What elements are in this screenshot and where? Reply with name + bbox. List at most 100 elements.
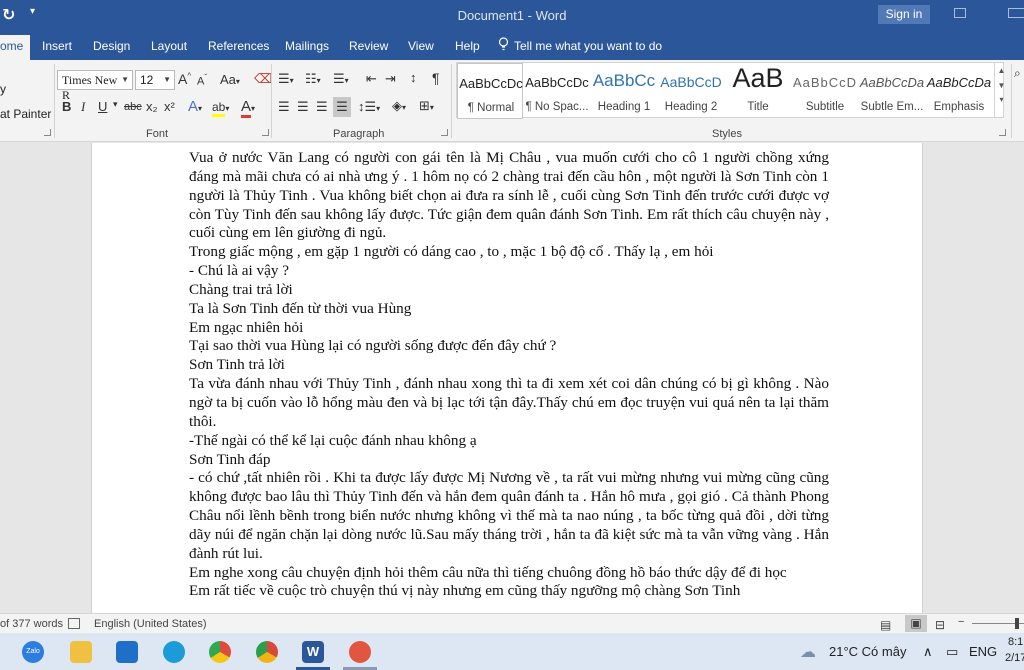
network-icon[interactable]: ▭ bbox=[946, 644, 958, 660]
paragraph[interactable]: Chàng trai trả lời bbox=[189, 281, 829, 300]
tell-me-search[interactable]: Tell me what you want to do bbox=[514, 39, 662, 53]
text-effects-button[interactable]: A▾ bbox=[188, 98, 202, 115]
document-body[interactable]: Vua ở nước Văn Lang có người con gái tên… bbox=[189, 149, 829, 601]
font-name-dropdown[interactable]: Times New R ▼ bbox=[57, 70, 133, 102]
style-emphasis[interactable]: AaBbCcDa Emphasis bbox=[926, 63, 992, 119]
word-icon[interactable]: W bbox=[302, 641, 324, 663]
increase-indent-icon[interactable]: ⇥ bbox=[385, 71, 396, 87]
style-heading-1[interactable]: AaBbCc Heading 1 bbox=[591, 63, 657, 119]
styles-scroll[interactable]: ▲ ▼ ▾ bbox=[994, 62, 1008, 118]
subscript-button[interactable]: x₂ bbox=[146, 99, 158, 114]
align-center-icon[interactable]: ☰ bbox=[297, 99, 309, 115]
style-no-spacing[interactable]: AaBbCcDc ¶ No Spac... bbox=[524, 63, 590, 119]
borders-icon[interactable]: ⊞▾ bbox=[419, 98, 434, 114]
copy-icon[interactable]: y bbox=[0, 82, 6, 96]
paragraph[interactable]: Tại sao thời vua Hùng lại có người sống … bbox=[189, 337, 829, 356]
more-styles-icon[interactable]: ▾ bbox=[995, 95, 1008, 104]
multilevel-list-icon[interactable]: ☰▾ bbox=[333, 71, 349, 87]
sign-in-button[interactable]: Sign in bbox=[878, 5, 930, 24]
clipboard-launcher-icon[interactable] bbox=[44, 129, 51, 136]
styles-launcher-icon[interactable] bbox=[999, 129, 1006, 136]
font-size-dropdown[interactable]: 12 ▼ bbox=[135, 70, 175, 90]
paragraph[interactable]: -Thế ngài có thể kể lại cuộc đánh nhau k… bbox=[189, 432, 829, 451]
shrink-font-button[interactable]: Aˇ bbox=[197, 73, 207, 88]
line-spacing-icon[interactable]: ↕☰▾ bbox=[358, 99, 380, 115]
align-left-icon[interactable]: ☰ bbox=[278, 99, 290, 115]
clock-time[interactable]: 8:1 bbox=[1008, 636, 1023, 648]
tab-references[interactable]: References bbox=[208, 39, 269, 53]
tab-design[interactable]: Design bbox=[93, 39, 130, 53]
word-count[interactable]: of 377 words bbox=[0, 618, 63, 630]
paragraph[interactable]: Ta là Sơn Tinh đến từ thời vua Hùng bbox=[189, 300, 829, 319]
minimize-icon[interactable] bbox=[1008, 8, 1024, 18]
chrome-profile-icon[interactable] bbox=[256, 641, 278, 663]
sort-icon[interactable]: ↕ bbox=[410, 70, 417, 85]
bullets-icon[interactable]: ☰▾ bbox=[278, 71, 294, 87]
edge-icon[interactable] bbox=[163, 641, 185, 663]
font-launcher-icon[interactable] bbox=[262, 129, 269, 136]
file-explorer-icon[interactable] bbox=[70, 641, 92, 663]
ribbon-display-options-icon[interactable] bbox=[954, 8, 966, 18]
paragraph[interactable]: - có chứ ,tất nhiên rồi . Khi ta được lấ… bbox=[189, 469, 829, 563]
style-subtle-emphasis[interactable]: AaBbCcDa Subtle Em... bbox=[859, 63, 925, 119]
tab-view[interactable]: View bbox=[408, 39, 434, 53]
italic-button[interactable]: I bbox=[81, 99, 85, 115]
tab-home[interactable]: ome bbox=[0, 35, 30, 60]
paragraph[interactable]: Em ngạc nhiên hỏi bbox=[189, 319, 829, 338]
proofing-icon[interactable] bbox=[68, 618, 80, 629]
clock-date[interactable]: 2/17 bbox=[1005, 652, 1024, 664]
chevron-up-icon[interactable]: ▲ bbox=[995, 66, 1008, 75]
grow-font-button[interactable]: A^ bbox=[178, 71, 191, 87]
tab-review[interactable]: Review bbox=[349, 39, 388, 53]
language-indicator[interactable]: English (United States) bbox=[94, 618, 207, 630]
pilcrow-icon[interactable]: ¶ bbox=[432, 70, 440, 86]
chevron-down-icon[interactable]: ▾ bbox=[113, 99, 118, 110]
paragraph[interactable]: Sơn Tinh trả lời bbox=[189, 356, 829, 375]
web-layout-icon[interactable]: ⊟ bbox=[935, 618, 945, 632]
style-heading-2[interactable]: AaBbCcD Heading 2 bbox=[658, 63, 724, 119]
snipping-tool-icon[interactable] bbox=[349, 641, 371, 663]
underline-button[interactable]: U bbox=[98, 99, 107, 114]
font-color-button[interactable]: A▾ bbox=[241, 98, 255, 118]
print-layout-icon[interactable]: ▣ bbox=[905, 615, 927, 632]
paragraph[interactable]: Sơn Tinh đáp bbox=[189, 451, 829, 470]
weather-text[interactable]: 21°C Có mây bbox=[829, 644, 906, 659]
read-mode-icon[interactable]: ▤ bbox=[880, 618, 891, 632]
align-right-icon[interactable]: ☰ bbox=[316, 99, 328, 115]
editing-icon[interactable]: ⌕ bbox=[1014, 66, 1021, 81]
paragraph[interactable]: - Chú là ai vậy ? bbox=[189, 262, 829, 281]
superscript-button[interactable]: x² bbox=[164, 99, 175, 114]
style-subtitle[interactable]: AaBbCcD Subtitle bbox=[792, 63, 858, 119]
vertical-scrollbar[interactable] bbox=[1010, 143, 1024, 613]
chrome-icon[interactable] bbox=[209, 641, 231, 663]
zoom-slider-thumb[interactable] bbox=[1015, 618, 1019, 629]
chevron-up-icon[interactable]: ∧ bbox=[923, 644, 933, 660]
justify-icon[interactable]: ☰ bbox=[333, 97, 351, 117]
paragraph[interactable]: Em nghe xong câu chuyện định hỏi thêm câ… bbox=[189, 564, 829, 583]
style-normal[interactable]: AaBbCcDc ¶ Normal bbox=[457, 63, 523, 119]
tab-layout[interactable]: Layout bbox=[151, 39, 187, 53]
strikethrough-button[interactable]: abc bbox=[124, 101, 142, 113]
format-painter-button[interactable]: at Painter bbox=[0, 107, 51, 121]
style-title[interactable]: AaB Title bbox=[725, 63, 791, 119]
paragraph-launcher-icon[interactable] bbox=[441, 129, 448, 136]
paragraph[interactable]: Ta vừa đánh nhau với Thủy Tinh , đánh nh… bbox=[189, 375, 829, 432]
highlight-button[interactable]: ab▾ bbox=[212, 99, 229, 117]
tab-mailings[interactable]: Mailings bbox=[285, 39, 329, 53]
zalo-icon[interactable]: Zalo bbox=[22, 641, 44, 663]
numbering-icon[interactable]: ☷▾ bbox=[305, 71, 321, 87]
change-case-button[interactable]: Aa▾ bbox=[220, 72, 240, 87]
clear-formatting-icon[interactable]: ⌫ bbox=[254, 71, 272, 87]
paragraph[interactable]: Vua ở nước Văn Lang có người con gái tên… bbox=[189, 149, 829, 243]
paragraph[interactable]: Em rất tiếc về cuộc trò chuyện thú vị nà… bbox=[189, 582, 829, 601]
tab-help[interactable]: Help bbox=[455, 39, 480, 53]
language-indicator[interactable]: ENG bbox=[969, 644, 997, 659]
chevron-down-icon[interactable]: ▼ bbox=[995, 81, 1008, 90]
document-page[interactable]: Vua ở nước Văn Lang có người con gái tên… bbox=[91, 143, 923, 613]
paragraph[interactable]: Trong giấc mộng , em gặp 1 người có dáng… bbox=[189, 243, 829, 262]
tab-insert[interactable]: Insert bbox=[42, 39, 72, 53]
microsoft-store-icon[interactable] bbox=[116, 641, 138, 663]
bold-button[interactable]: B bbox=[62, 99, 71, 114]
zoom-out-icon[interactable]: − bbox=[958, 616, 964, 628]
shading-icon[interactable]: ◈▾ bbox=[392, 98, 406, 114]
